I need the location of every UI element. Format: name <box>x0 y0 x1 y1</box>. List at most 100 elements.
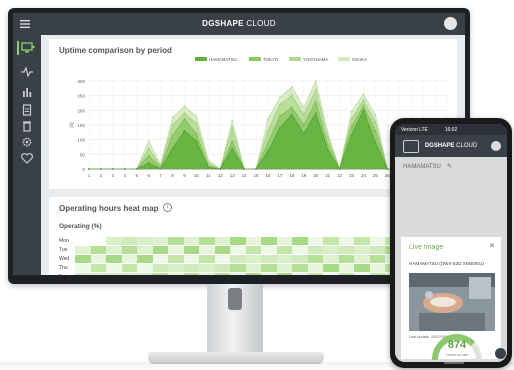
data-point <box>147 140 150 143</box>
data-point <box>302 124 305 126</box>
heatmap-cell <box>137 246 153 254</box>
monitor-icon[interactable] <box>17 41 35 55</box>
data-point <box>374 129 377 132</box>
phone-user-icon[interactable] <box>491 141 501 151</box>
data-point <box>374 113 377 116</box>
data-point <box>290 94 293 97</box>
heatmap-cell <box>369 255 385 263</box>
x-tick-label: 11 <box>206 173 211 178</box>
heatmap-cell <box>338 255 354 263</box>
gauge-label: Hours of use <box>446 353 468 357</box>
heatmap-cell <box>183 246 199 254</box>
heatmap-cell <box>121 237 137 245</box>
data-point <box>302 132 305 135</box>
data-point <box>231 140 234 143</box>
heart-icon[interactable] <box>19 151 35 165</box>
trash-icon[interactable] <box>19 119 35 133</box>
pulse-icon[interactable] <box>19 65 35 79</box>
data-point <box>171 116 174 119</box>
data-point <box>267 150 269 153</box>
legend-label: TOKYO <box>263 57 279 62</box>
data-point <box>362 109 365 112</box>
gauge-value: 874 <box>447 339 467 351</box>
data-point <box>362 99 365 101</box>
data-point <box>326 143 329 145</box>
x-tick-label: 12 <box>218 173 223 178</box>
x-tick-label: 8 <box>171 173 174 178</box>
heatmap-cell <box>168 264 184 272</box>
modal-title: Live Image <box>409 244 444 251</box>
x-tick-label: 15 <box>254 173 259 178</box>
heatmap-cell <box>261 255 277 263</box>
data-point <box>314 88 317 91</box>
x-tick-label: 1 <box>88 173 91 178</box>
data-point <box>195 115 198 118</box>
heatmap-cell <box>75 264 91 272</box>
data-point <box>326 149 329 151</box>
x-tick-label: 24 <box>361 173 366 178</box>
heatmap-cell <box>292 255 308 263</box>
data-point <box>267 129 269 132</box>
heatmap-cell <box>323 237 339 245</box>
data-point <box>350 118 353 121</box>
heatmap-cell <box>121 246 137 254</box>
phone-home-indicator <box>444 362 464 364</box>
heatmap-cell <box>121 273 137 275</box>
close-icon[interactable]: ✕ <box>489 242 495 250</box>
x-tick-label: 25 <box>373 173 378 178</box>
data-point <box>290 85 293 88</box>
data-point <box>147 147 150 150</box>
heatmap-cell <box>292 273 308 275</box>
heatmap-cell <box>168 246 184 254</box>
heatmap-cell <box>106 246 122 254</box>
phone-top-bar: DGSHAPE CLOUD <box>395 135 507 157</box>
x-tick-label: 4 <box>124 173 127 178</box>
heatmap-subtitle: Operating (%) <box>59 223 102 230</box>
data-point <box>279 127 281 129</box>
data-point <box>314 100 317 103</box>
heatmap-cell <box>199 237 215 245</box>
x-tick-label: 14 <box>242 173 247 178</box>
heatmap-row-label: Thu <box>59 265 68 271</box>
x-tick-label: 17 <box>277 173 282 178</box>
heatmap-cell <box>354 237 370 245</box>
heatmap-cell <box>261 264 277 272</box>
heatmap-cell <box>137 273 153 275</box>
data-point <box>183 129 186 132</box>
heatmap-row-label: Tue <box>59 247 68 253</box>
floating-action-button[interactable] <box>495 348 506 359</box>
edit-pencil-icon[interactable]: ✎ <box>447 163 452 170</box>
x-tick-label: 10 <box>194 173 199 178</box>
heatmap-cell <box>261 246 277 254</box>
heatmap-cell <box>369 237 385 245</box>
heatmap-cell <box>168 273 184 275</box>
info-icon[interactable]: i <box>163 203 172 212</box>
side-navigation <box>13 35 41 275</box>
heatmap-row-label: Fri <box>59 274 65 275</box>
data-point <box>374 141 377 144</box>
data-point <box>279 115 281 118</box>
legend-swatch <box>195 57 207 61</box>
data-point <box>279 103 281 106</box>
data-point <box>362 105 365 107</box>
heatmap-cell <box>183 273 199 275</box>
legend-label: OSAKA <box>352 57 367 62</box>
heatmap-cell <box>338 273 354 275</box>
data-point <box>314 80 317 82</box>
heatmap-cell <box>199 273 215 275</box>
y-tick-label: 300 <box>77 79 85 84</box>
heatmap-cell <box>199 255 215 263</box>
clipboard-icon[interactable] <box>19 103 35 117</box>
data-point <box>207 166 210 169</box>
y-tick-label: 50 <box>80 152 86 157</box>
user-avatar-icon[interactable] <box>444 17 457 30</box>
gear-icon[interactable] <box>19 135 35 149</box>
heatmap-cell <box>183 237 199 245</box>
heatmap-cell <box>214 255 230 263</box>
heatmap-cell <box>245 264 261 272</box>
x-tick-label: 20 <box>313 173 318 178</box>
heatmap-cell <box>276 246 292 254</box>
bar-chart-icon[interactable] <box>19 85 35 99</box>
monitor-stand-cutout <box>228 288 242 310</box>
heatmap-cell <box>137 237 153 245</box>
